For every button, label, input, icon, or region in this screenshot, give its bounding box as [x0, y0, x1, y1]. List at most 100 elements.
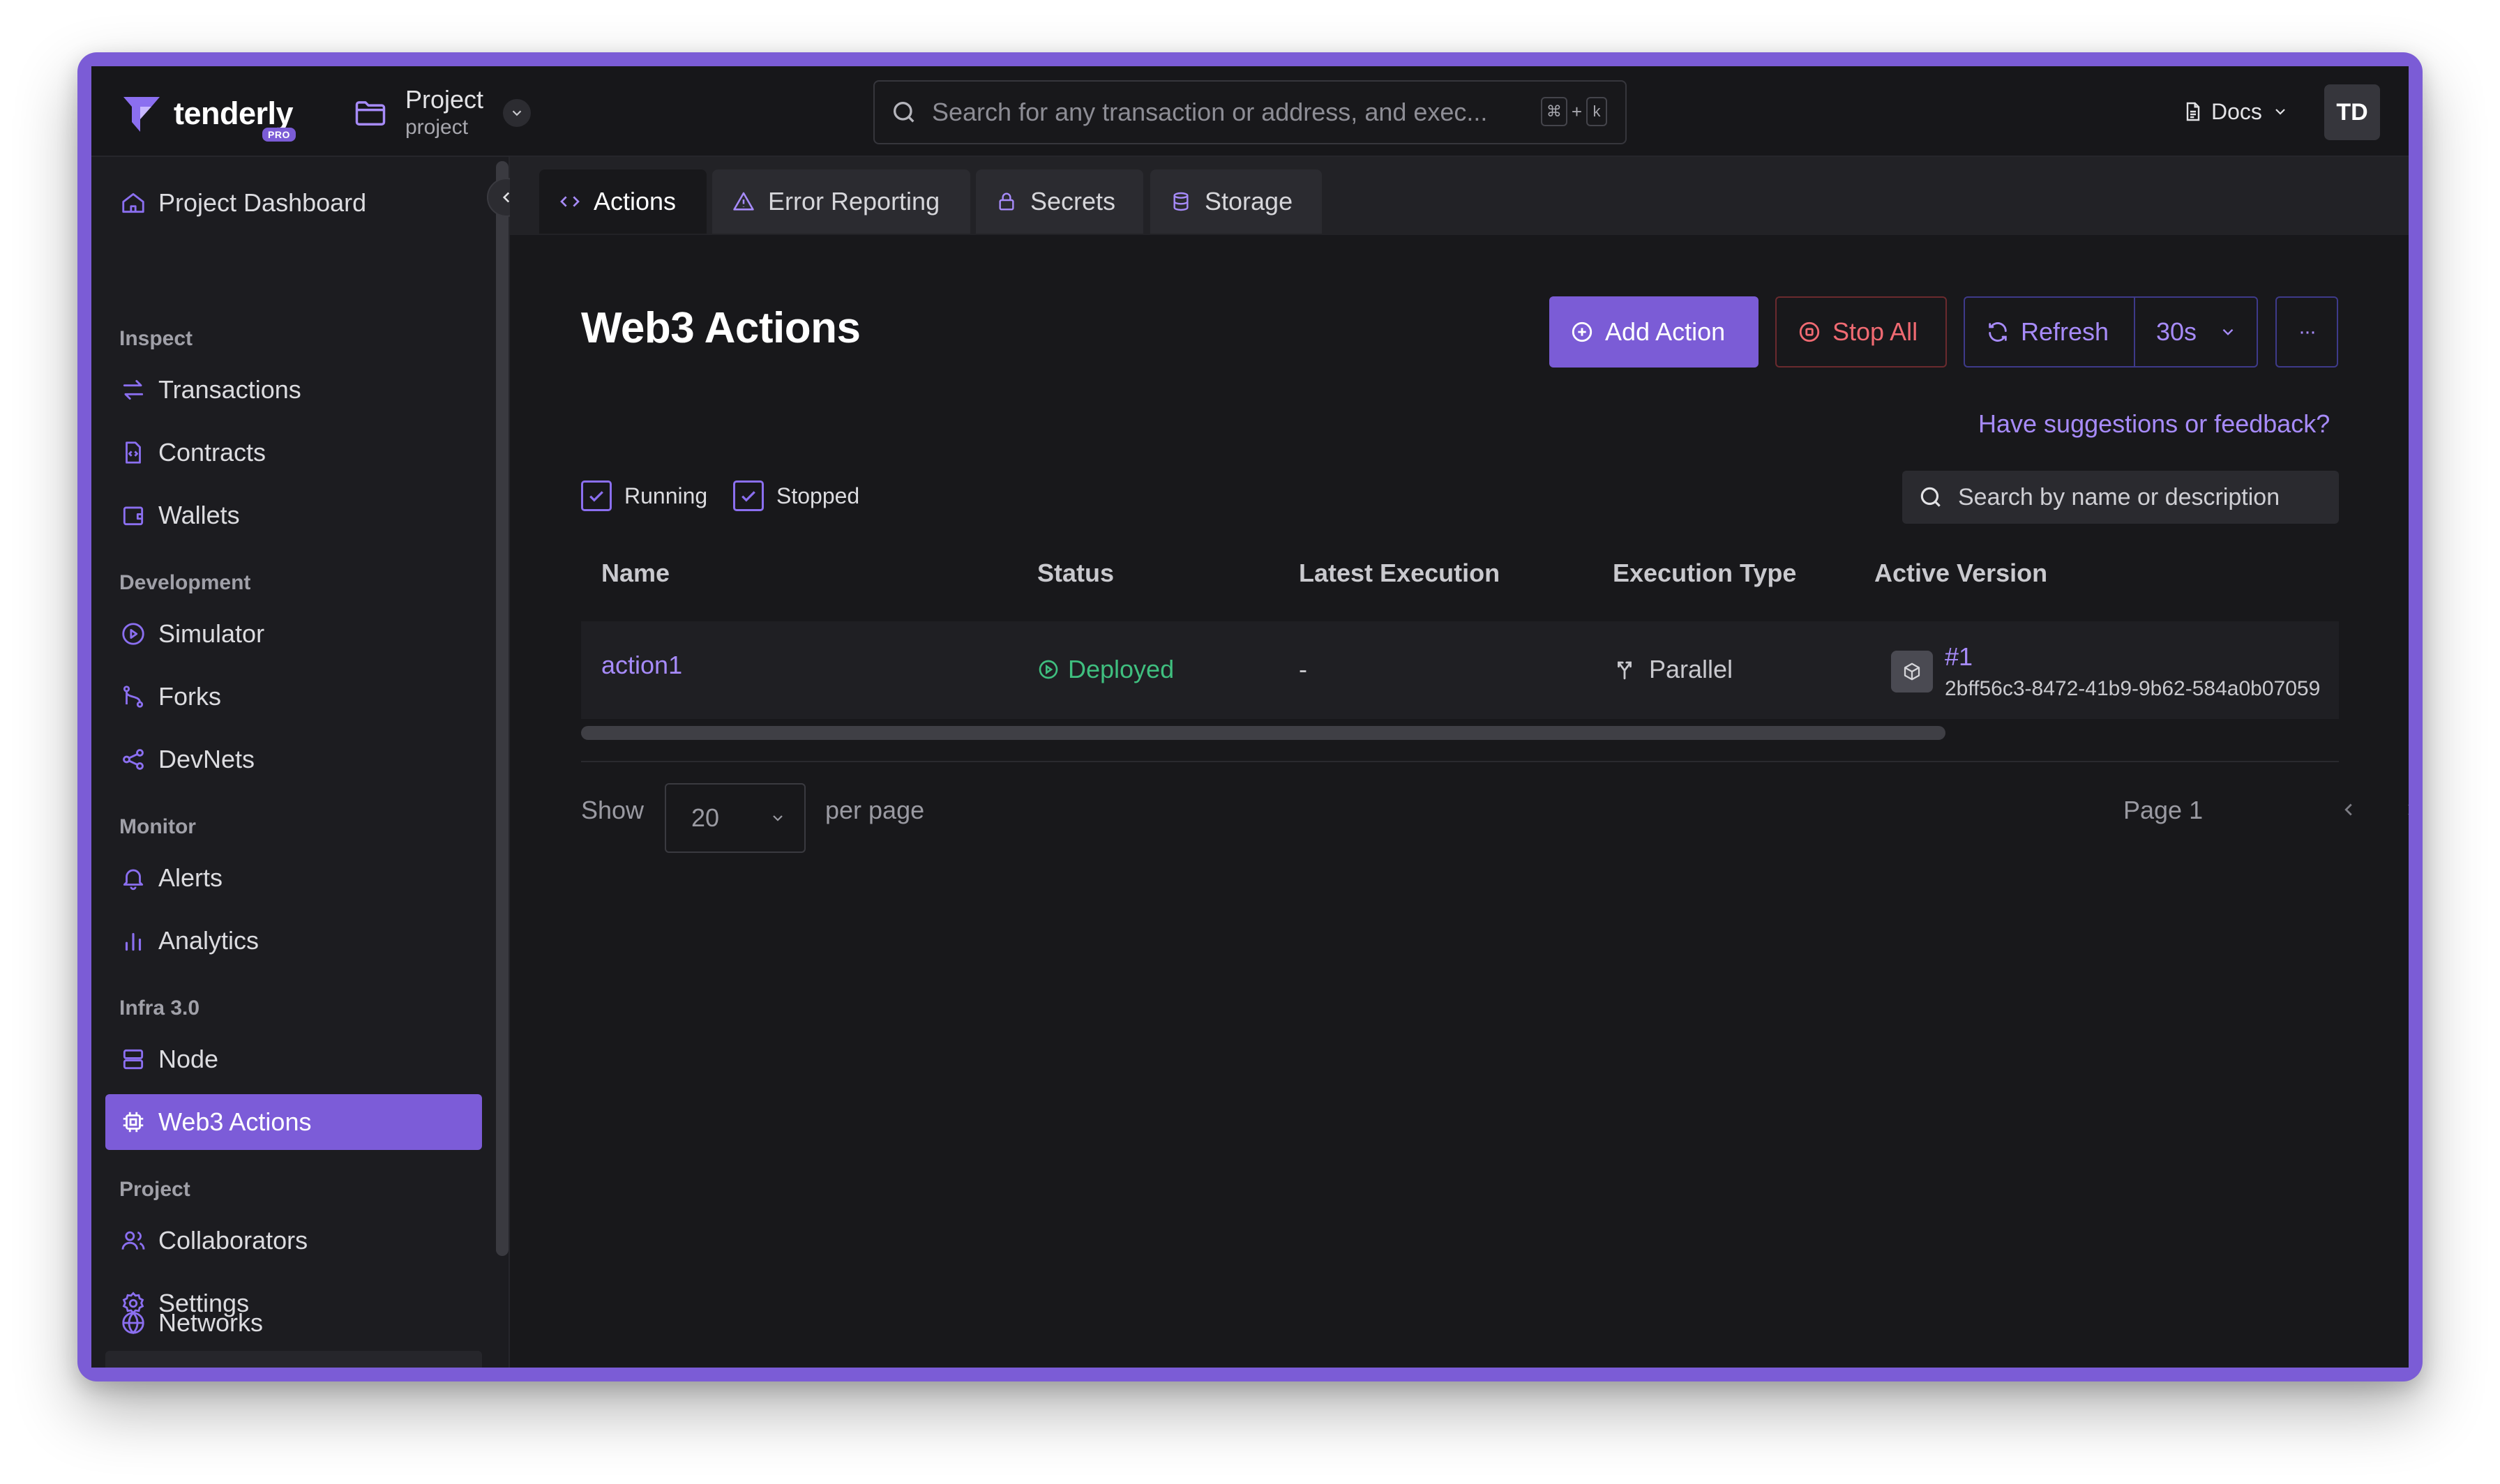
sidebar-item-label: Simulator: [158, 619, 265, 648]
refresh-button[interactable]: Refresh: [1964, 296, 2134, 368]
running-filter-checkbox[interactable]: Running: [581, 480, 707, 511]
column-header-execution-type[interactable]: Execution Type: [1613, 559, 1796, 588]
next-page-button[interactable]: [2397, 796, 2409, 824]
bell-icon: [118, 863, 149, 893]
top-bar: tenderly PRO Project project Search for …: [91, 66, 2409, 157]
stopped-filter-checkbox[interactable]: Stopped: [733, 480, 859, 511]
sidebar-item-alerts[interactable]: Alerts: [105, 850, 482, 906]
show-label: Show: [581, 796, 645, 824]
more-dots-icon: ···: [2298, 320, 2317, 343]
checkmark-icon: [733, 480, 764, 511]
sidebar-scrollbar[interactable]: [496, 161, 509, 1256]
chevron-right-icon: [2408, 804, 2409, 815]
docs-dropdown[interactable]: Docs: [2182, 94, 2289, 129]
column-header-status[interactable]: Status: [1037, 559, 1114, 588]
sidebar-item-contracts[interactable]: Contracts: [105, 425, 482, 480]
refresh-interval-select[interactable]: 30s: [2134, 296, 2258, 368]
global-search-input[interactable]: Search for any transaction or address, a…: [873, 80, 1627, 144]
tenderly-logo-icon: [123, 97, 160, 132]
stop-all-label: Stop All: [1832, 317, 1918, 346]
sidebar-item-label: Node: [158, 1045, 219, 1073]
chevron-down-icon[interactable]: [503, 99, 532, 127]
feedback-link[interactable]: Have suggestions or feedback?: [1978, 409, 2330, 439]
table-divider: [581, 761, 2339, 762]
search-icon: [1920, 487, 1941, 507]
sidebar-item-label: Analytics: [158, 926, 259, 955]
per-page-label: per page: [825, 796, 925, 824]
split-arrows-icon: [1618, 661, 1632, 680]
actions-search-placeholder: Search by name or description: [1958, 483, 2280, 510]
sidebar-item-simulator[interactable]: Simulator: [105, 606, 482, 662]
chevron-left-icon: [2344, 803, 2352, 816]
sidebar-item-devnets[interactable]: DevNets: [105, 732, 482, 787]
sidebar: Project Dashboard Inspect Transactions C…: [91, 157, 510, 1368]
column-header-active-version[interactable]: Active Version: [1874, 559, 2047, 588]
add-action-button[interactable]: Add Action: [1549, 296, 1759, 368]
project-title: Project: [405, 85, 484, 114]
pro-badge: PRO: [262, 128, 296, 142]
status-text: Deployed: [1068, 655, 1175, 683]
sidebar-item-collaborators[interactable]: Collaborators: [105, 1213, 482, 1269]
sidebar-item-forks[interactable]: Forks: [105, 669, 482, 725]
code-file-icon: [118, 437, 149, 468]
sidebar-item-label: DevNets: [158, 745, 255, 773]
chevron-down-icon: [2222, 328, 2234, 335]
checkmark-icon: [581, 480, 612, 511]
tab-actions[interactable]: Actions: [539, 169, 707, 234]
shortcut-cmd-key: ⌘: [1540, 97, 1567, 126]
package-icon: [1891, 651, 1933, 692]
execution-type: Parallel: [1613, 655, 1733, 684]
sidebar-item-node[interactable]: Node: [105, 1031, 482, 1087]
shortcut-k-key: k: [1586, 97, 1607, 126]
tab-error-reporting[interactable]: Error Reporting: [712, 169, 970, 234]
sidebar-item-label: Project Dashboard: [158, 188, 367, 217]
cpu-chip-icon: [118, 1107, 149, 1137]
sidebar-item-label: Web3 Actions: [158, 1107, 312, 1136]
refresh-interval-value: 30s: [2156, 317, 2197, 346]
search-icon: [894, 102, 914, 123]
sidebar-item-web3-actions[interactable]: Web3 Actions: [105, 1094, 482, 1150]
users-icon: [118, 1225, 149, 1256]
column-header-latest-execution[interactable]: Latest Execution: [1299, 559, 1500, 588]
status-badge: Deployed: [1037, 655, 1174, 684]
execution-type-text: Parallel: [1649, 655, 1733, 683]
user-avatar[interactable]: TD: [2324, 84, 2380, 140]
tab-storage[interactable]: Storage: [1150, 169, 1322, 234]
action-name-link[interactable]: action1: [601, 651, 682, 680]
version-number-link[interactable]: #1: [1945, 642, 1973, 672]
home-icon: [118, 188, 149, 218]
code-icon: [560, 196, 580, 207]
plus-circle-icon: [1572, 321, 1592, 342]
sidebar-item-analytics[interactable]: Analytics: [105, 913, 482, 969]
sidebar-item-label: Transactions: [158, 375, 301, 404]
sidebar-item-transactions[interactable]: Transactions: [105, 362, 482, 418]
per-page-select[interactable]: 20: [665, 783, 806, 853]
tab-label: Error Reporting: [768, 187, 940, 215]
page-title: Web3 Actions: [581, 304, 861, 352]
more-options-button[interactable]: ···: [2275, 296, 2338, 368]
sidebar-item-label: Contracts: [158, 438, 266, 467]
table-horizontal-scrollbar[interactable]: [581, 726, 1945, 740]
database-icon: [1173, 192, 1189, 211]
sidebar-item-label: Alerts: [158, 863, 223, 892]
sidebar-item-wallets[interactable]: Wallets: [105, 487, 482, 543]
sidebar-bottom-card: [105, 1351, 482, 1368]
actions-search-input[interactable]: Search by name or description: [1902, 471, 2339, 524]
sidebar-item-networks[interactable]: Networks: [105, 1308, 482, 1351]
project-switcher[interactable]: Project project: [352, 84, 532, 142]
tab-secrets[interactable]: Secrets: [976, 169, 1143, 234]
add-action-label: Add Action: [1605, 317, 1726, 346]
shortcut-plus: +: [1571, 100, 1582, 122]
section-label-development: Development: [119, 571, 251, 594]
sidebar-item-project-dashboard[interactable]: Project Dashboard: [105, 175, 482, 231]
search-placeholder: Search for any transaction or address, a…: [932, 98, 1488, 126]
stop-all-button[interactable]: Stop All: [1775, 296, 1947, 368]
column-header-name[interactable]: Name: [601, 559, 670, 588]
sidebar-item-label: Wallets: [158, 501, 240, 529]
table-row[interactable]: action1 Deployed - Parallel #1 2bff56c3-…: [581, 621, 2339, 719]
tab-label: Secrets: [1030, 187, 1116, 215]
prev-page-button[interactable]: [2335, 796, 2363, 824]
version-hash: 2bff56c3-8472-41b9-9b62-584a0b07059: [1945, 677, 2321, 700]
share-nodes-icon: [118, 744, 149, 775]
per-page-value: 20: [691, 803, 720, 832]
